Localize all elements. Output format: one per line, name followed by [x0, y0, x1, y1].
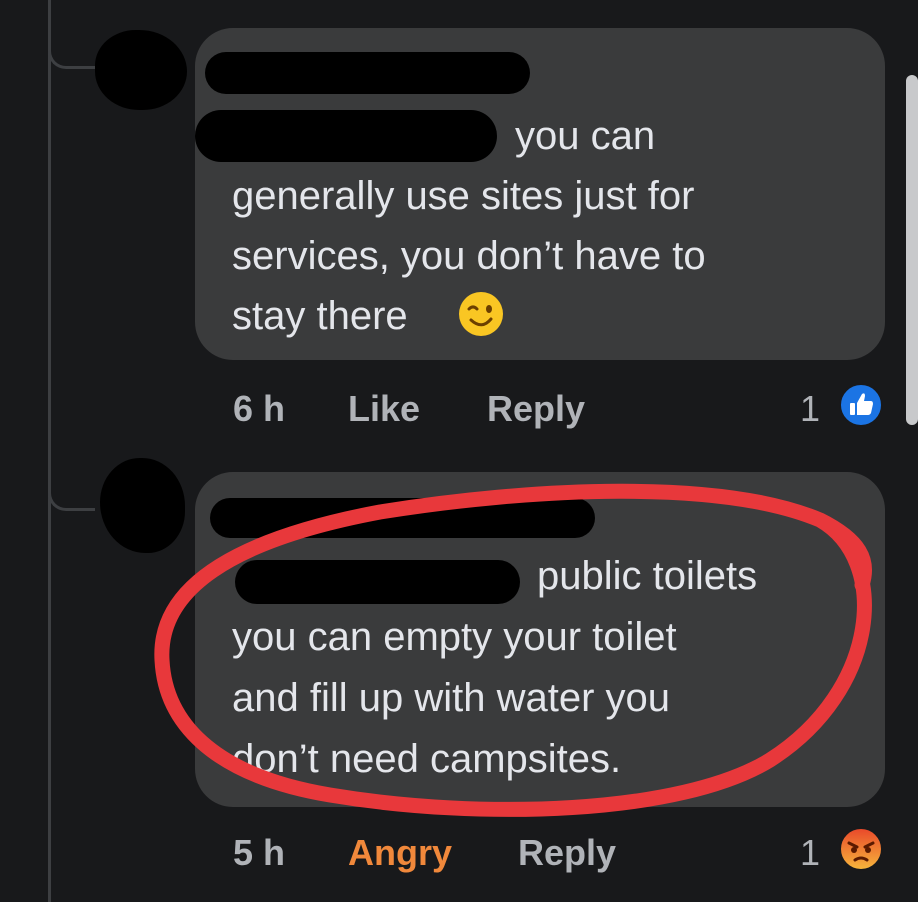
- avatar[interactable]: [100, 458, 185, 553]
- comment-text-line: you can empty your toilet: [232, 615, 677, 659]
- comment-bubble: public toilets you can empty your toilet…: [195, 472, 885, 807]
- angry-reaction-button[interactable]: Angry: [348, 832, 452, 874]
- redacted-mention: [235, 560, 520, 604]
- comment-text-line: don’t need campsites.: [232, 737, 622, 781]
- comment-thread: you can generally use sites just for ser…: [0, 0, 918, 902]
- like-reaction-icon: [839, 383, 883, 427]
- comment-bubble: you can generally use sites just for ser…: [195, 28, 885, 360]
- avatar[interactable]: [95, 30, 187, 110]
- winking-face-icon: [459, 292, 503, 336]
- comment-text-line: you can: [515, 114, 656, 158]
- comment-text-line: and fill up with water you: [232, 676, 671, 720]
- reply-button[interactable]: Reply: [518, 832, 616, 874]
- redacted-mention: [195, 110, 497, 162]
- thread-line: [48, 0, 51, 902]
- redacted-author-name: [210, 498, 595, 538]
- reaction-count[interactable]: 1: [800, 388, 820, 430]
- comment-timestamp: 5 h: [233, 832, 286, 873]
- reaction-count[interactable]: 1: [800, 832, 820, 874]
- scrollbar[interactable]: [906, 75, 918, 425]
- redacted-author-name: [205, 52, 530, 94]
- comment-text-line: generally use sites just for: [232, 174, 695, 218]
- comment-text-line: stay there: [232, 294, 408, 338]
- angry-reaction-icon: [839, 827, 883, 871]
- reply-connector: [48, 478, 95, 511]
- reply-connector: [48, 36, 95, 69]
- comment-text-line: services, you don’t have to: [232, 234, 706, 278]
- comment-text-line: public toilets: [537, 554, 758, 598]
- reply-button[interactable]: Reply: [487, 388, 585, 430]
- comment-timestamp: 6 h: [233, 388, 286, 429]
- like-button[interactable]: Like: [348, 388, 420, 430]
